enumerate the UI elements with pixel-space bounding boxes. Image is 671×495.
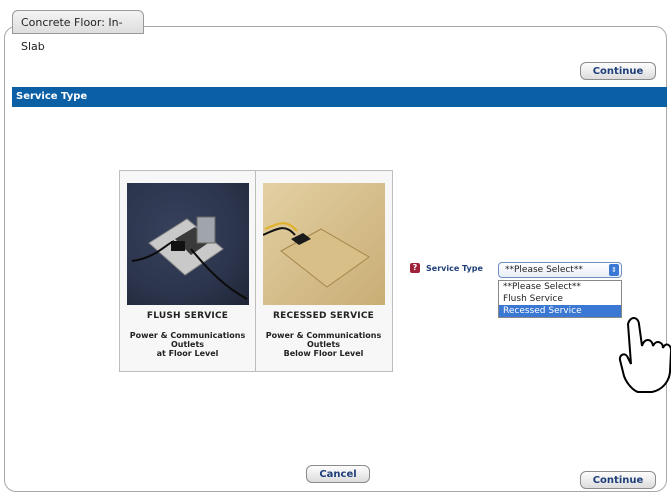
section-header: Service Type — [12, 87, 667, 107]
recessed-service-line-1: Power & Communications — [265, 331, 382, 340]
service-type-select[interactable]: **Please Select** ⇕ — [498, 262, 622, 278]
chevron-updown-icon: ⇕ — [609, 264, 619, 276]
dropdown-option-flush-service[interactable]: Flush Service — [499, 293, 621, 305]
continue-button-top[interactable]: Continue — [580, 62, 656, 80]
service-type-label: Service Type — [426, 264, 483, 273]
dropdown-option-please-select[interactable]: **Please Select** — [499, 281, 621, 293]
flush-service-line-3: at Floor Level — [156, 349, 219, 358]
flush-service-option: FLUSH SERVICE Power & Communications Out… — [120, 171, 256, 371]
service-type-image: FLUSH SERVICE Power & Communications Out… — [119, 170, 393, 372]
recessed-service-option: RECESSED SERVICE Power & Communications … — [256, 171, 391, 371]
tab-concrete-floor[interactable]: Concrete Floor: In-Slab — [12, 10, 144, 53]
service-type-selected-value: **Please Select** — [505, 265, 583, 275]
recessed-service-line-2: Outlets — [306, 340, 341, 349]
flush-service-line-1: Power & Communications — [129, 331, 246, 340]
recessed-service-title: RECESSED SERVICE — [273, 311, 374, 321]
cancel-button[interactable]: Cancel — [306, 465, 370, 483]
service-type-dropdown[interactable]: **Please Select** Flush Service Recessed… — [498, 280, 622, 318]
continue-button-bottom[interactable]: Continue — [580, 471, 656, 489]
flush-service-description: Power & Communications Outlets at Floor … — [120, 331, 255, 358]
recessed-service-line-3: Below Floor Level — [283, 349, 364, 358]
dropdown-option-recessed-service[interactable]: Recessed Service — [499, 305, 621, 317]
hand-pointer-icon — [618, 317, 671, 393]
recessed-service-description: Power & Communications Outlets Below Flo… — [256, 331, 391, 358]
flush-service-photo — [127, 183, 249, 305]
flush-service-line-2: Outlets — [170, 340, 205, 349]
recessed-service-photo — [263, 183, 385, 305]
flush-service-title: FLUSH SERVICE — [146, 311, 229, 321]
help-icon[interactable]: ? — [410, 263, 420, 273]
